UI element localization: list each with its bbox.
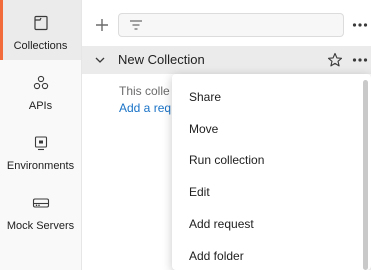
menu-item-move[interactable]: Move bbox=[172, 115, 362, 143]
more-options-button[interactable] bbox=[351, 16, 369, 34]
menu-item-add-request[interactable]: Add request bbox=[172, 210, 362, 238]
plus-icon bbox=[96, 19, 108, 31]
add-request-link[interactable]: Add a req bbox=[119, 101, 171, 115]
sidebar-item-mock-servers[interactable]: Mock Servers bbox=[0, 180, 81, 240]
sidebar-item-label: Collections bbox=[13, 40, 68, 52]
filter-input[interactable] bbox=[149, 15, 339, 35]
sidebar-item-label: Environments bbox=[6, 160, 75, 172]
collections-icon bbox=[31, 13, 51, 33]
more-horizontal-icon[interactable] bbox=[351, 51, 369, 69]
sidebar-item-environments[interactable]: Environments bbox=[0, 120, 81, 180]
chevron-down-icon[interactable] bbox=[94, 54, 106, 66]
empty-collection-text: This colle bbox=[119, 84, 170, 98]
apis-icon bbox=[31, 73, 51, 93]
mock-servers-icon bbox=[31, 193, 51, 213]
sidebar-item-apis[interactable]: APIs bbox=[0, 60, 81, 120]
new-collection-button[interactable] bbox=[93, 15, 111, 35]
star-icon[interactable] bbox=[327, 52, 343, 68]
collections-panel: New Collection This colle Add a req Shar… bbox=[82, 0, 371, 270]
menu-item-edit[interactable]: Edit bbox=[172, 178, 362, 206]
filter-input-wrapper[interactable] bbox=[118, 13, 344, 37]
more-horizontal-icon bbox=[352, 23, 368, 27]
collection-context-menu: Share Move Run collection Edit Add reque… bbox=[172, 74, 371, 270]
collection-row[interactable]: New Collection bbox=[82, 46, 371, 74]
collection-name[interactable]: New Collection bbox=[118, 52, 205, 67]
sidebar-item-label: Mock Servers bbox=[6, 220, 75, 232]
menu-item-add-folder[interactable]: Add folder bbox=[172, 242, 362, 270]
filter-icon bbox=[130, 20, 142, 30]
sidebar-item-label: APIs bbox=[28, 100, 53, 112]
sidebar-item-collections[interactable]: Collections bbox=[0, 0, 81, 60]
menu-item-run-collection[interactable]: Run collection bbox=[172, 146, 362, 174]
sidebar: Collections APIs Environments Mock Serve… bbox=[0, 0, 82, 270]
environments-icon bbox=[31, 133, 51, 153]
menu-scrollbar[interactable] bbox=[363, 80, 368, 270]
menu-item-share[interactable]: Share bbox=[172, 83, 362, 111]
